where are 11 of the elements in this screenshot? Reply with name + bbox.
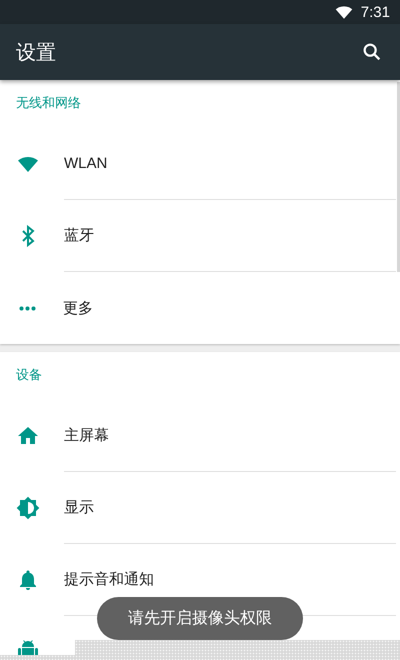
item-label: 更多	[63, 298, 93, 318]
section-header: 设备	[15, 367, 43, 385]
permission-toast: 请先开启摄像头权限	[97, 597, 303, 640]
item-label: 提示音和通知	[64, 570, 154, 589]
section-header: 无线和网络	[15, 95, 82, 113]
item-label: 主屏幕	[64, 426, 109, 445]
status-time: 7:31	[360, 4, 390, 20]
item-label: 显示	[64, 498, 94, 517]
item-label: WLAN	[64, 155, 108, 172]
toolbar-title: 设置	[16, 38, 56, 66]
item-label: 蓝牙	[64, 226, 94, 245]
